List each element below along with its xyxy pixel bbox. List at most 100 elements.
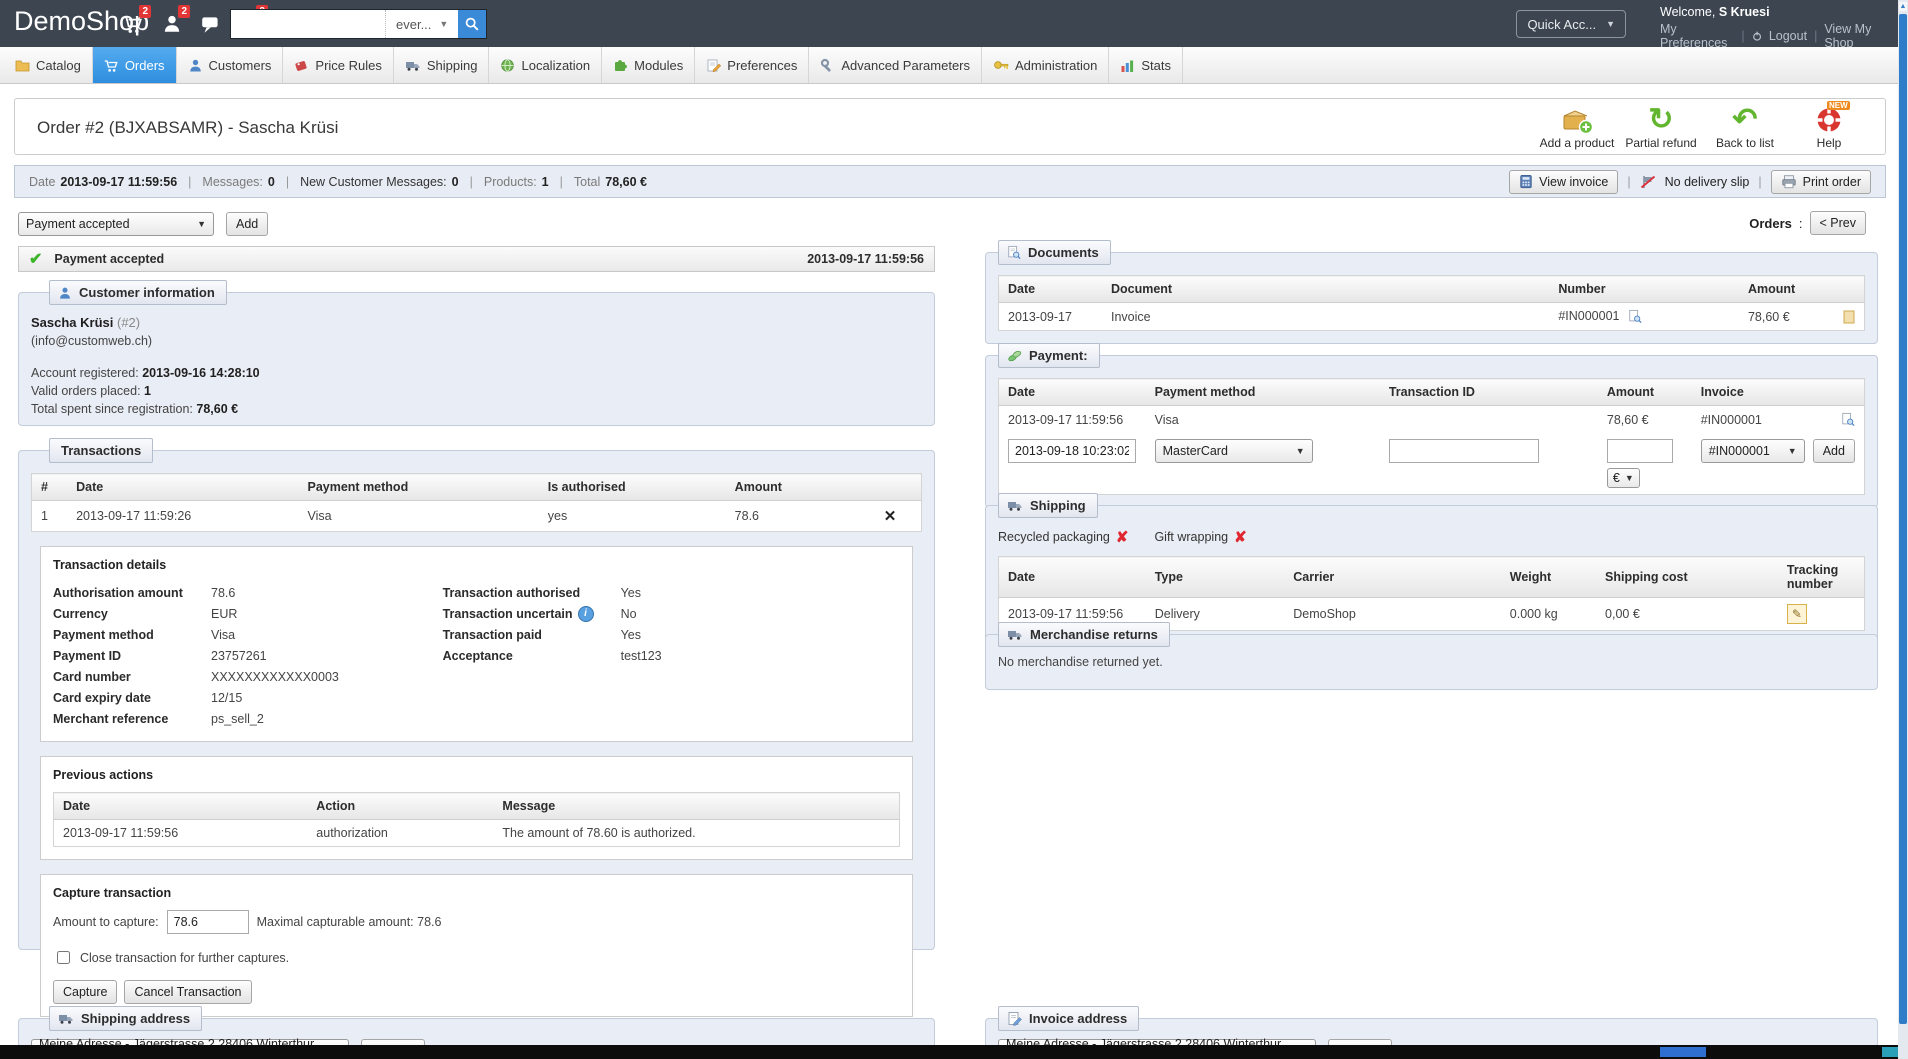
my-preferences-link[interactable]: My Preferences bbox=[1660, 22, 1734, 50]
tab-localization[interactable]: Localization bbox=[489, 47, 602, 83]
add-product-button[interactable]: Add a product bbox=[1535, 104, 1619, 150]
truck-icon bbox=[405, 58, 421, 73]
shipping-cost: 0,00 € bbox=[1596, 598, 1778, 631]
search-input[interactable] bbox=[231, 10, 385, 38]
tab-preferences[interactable]: Preferences bbox=[695, 47, 809, 83]
col-header: Payment method bbox=[1146, 379, 1380, 406]
tab-shipping[interactable]: Shipping bbox=[394, 47, 490, 83]
detail-label: Card number bbox=[53, 670, 211, 684]
help-button[interactable]: NEW Help bbox=[1787, 104, 1871, 150]
close-icon[interactable]: ✕ bbox=[884, 508, 897, 525]
logout-link[interactable]: Logout bbox=[1769, 29, 1807, 43]
search-scope-select[interactable]: ever... ▼ bbox=[385, 10, 458, 38]
payment-invoice-select[interactable]: #IN000001 ▼ bbox=[1701, 439, 1805, 463]
customer-email[interactable]: (info@customweb.ch) bbox=[31, 334, 922, 348]
print-order-button[interactable]: Print order bbox=[1771, 170, 1871, 194]
capture-button[interactable]: Capture bbox=[53, 980, 117, 1004]
add-payment-button[interactable]: Add bbox=[1813, 439, 1855, 463]
search-scope-value: ever... bbox=[396, 17, 431, 32]
tab-customers[interactable]: Customers bbox=[177, 47, 284, 83]
document-type: Invoice bbox=[1102, 303, 1549, 331]
view-invoice-button[interactable]: View invoice bbox=[1509, 170, 1618, 194]
col-header bbox=[1818, 379, 1864, 406]
tab-orders[interactable]: Orders bbox=[93, 47, 177, 83]
scrollbar-thumb[interactable] bbox=[1899, 14, 1907, 1024]
detail-label: Transaction paid bbox=[443, 628, 621, 642]
transaction-id-input[interactable] bbox=[1389, 439, 1539, 463]
detail-value: Visa bbox=[211, 628, 235, 642]
currency-select[interactable]: € ▼ bbox=[1607, 468, 1640, 488]
detail-label: Transaction authorised bbox=[443, 586, 621, 600]
prev-order-button[interactable]: < Prev bbox=[1810, 211, 1866, 235]
page-title: Order #2 (BJXABSAMR) - Sascha Krüsi bbox=[37, 118, 338, 138]
tab-catalog[interactable]: Catalog bbox=[4, 47, 93, 83]
cancel-transaction-button[interactable]: Cancel Transaction bbox=[124, 980, 251, 1004]
detail-value: Yes bbox=[621, 586, 641, 600]
pencil-paper-icon bbox=[706, 58, 721, 73]
previous-actions-title: Previous actions bbox=[53, 768, 900, 782]
payment-method-select[interactable]: MasterCard ▼ bbox=[1155, 439, 1313, 463]
chevron-down-icon: ▼ bbox=[197, 219, 206, 229]
no-delivery-slip-icon bbox=[1640, 174, 1656, 190]
col-header bbox=[1834, 276, 1865, 303]
col-header: Amount bbox=[726, 474, 860, 501]
payment-form-row: MasterCard ▼ € ▼ bbox=[999, 433, 1865, 495]
col-header: Number bbox=[1549, 276, 1739, 303]
detail-value: Yes bbox=[621, 628, 641, 642]
customer-name[interactable]: Sascha Krüsi bbox=[31, 315, 113, 330]
new-customer-messages-label: New Customer Messages: bbox=[300, 175, 447, 189]
transactions-table: # Date Payment method Is authorised Amou… bbox=[31, 473, 922, 532]
payment-amount-input[interactable] bbox=[1607, 439, 1673, 463]
puzzle-icon bbox=[613, 58, 628, 73]
quick-access-dropdown[interactable]: Quick Acc... ▼ bbox=[1516, 10, 1626, 38]
col-header: Payment method bbox=[298, 474, 538, 501]
payment-date: 2013-09-17 11:59:56 bbox=[999, 406, 1146, 434]
close-transaction-checkbox[interactable] bbox=[57, 951, 70, 964]
col-header: Weight bbox=[1501, 557, 1596, 598]
tab-modules[interactable]: Modules bbox=[602, 47, 695, 83]
merchandise-returns-legend: Merchandise returns bbox=[998, 622, 1170, 647]
customers-icon[interactable]: 2 bbox=[161, 13, 183, 35]
view-payment-icon[interactable] bbox=[1841, 412, 1855, 427]
search-button[interactable] bbox=[458, 10, 486, 38]
payment-date-input[interactable] bbox=[1008, 439, 1136, 463]
detail-label: Authorisation amount bbox=[53, 586, 211, 600]
detail-value: test123 bbox=[621, 649, 662, 663]
back-to-list-button[interactable]: ↶ Back to list bbox=[1703, 104, 1787, 150]
scroll-up-arrow[interactable]: ▲ bbox=[1899, 2, 1907, 11]
date-label: Date bbox=[29, 175, 55, 189]
view-my-shop-link[interactable]: View My Shop bbox=[1824, 22, 1892, 50]
tab-administration[interactable]: Administration bbox=[982, 47, 1109, 83]
money-icon bbox=[1007, 349, 1022, 363]
action-type: authorization bbox=[307, 820, 493, 847]
messages-icon[interactable] bbox=[200, 13, 222, 35]
customer-information-panel: Customer information Sascha Krüsi (#2) (… bbox=[18, 292, 935, 426]
partial-refund-button[interactable]: ↻ Partial refund bbox=[1619, 104, 1703, 150]
separator: | bbox=[1741, 29, 1744, 43]
cart-icon[interactable]: 2 bbox=[122, 13, 144, 35]
view-document-icon[interactable] bbox=[1628, 309, 1642, 324]
tab-price-rules[interactable]: Price Rules bbox=[283, 47, 393, 83]
products-value: 1 bbox=[542, 175, 549, 189]
topbar: DemoShop 2 2 9 ever... ▼ bbox=[0, 0, 1908, 47]
page-scrollbar[interactable]: ▲ bbox=[1898, 0, 1908, 1059]
edit-document-icon[interactable] bbox=[1843, 310, 1855, 324]
edit-tracking-icon[interactable]: ✎ bbox=[1787, 604, 1807, 624]
globe-icon bbox=[500, 58, 515, 73]
bottom-taskbar-strip bbox=[0, 1045, 1908, 1059]
order-info-bar: Date 2013-09-17 11:59:56 | Messages: 0 |… bbox=[14, 165, 1886, 198]
welcome-user: S Kruesi bbox=[1719, 5, 1770, 19]
status-name: Payment accepted bbox=[54, 252, 164, 266]
detail-label: Card expiry date bbox=[53, 691, 211, 705]
add-status-button[interactable]: Add bbox=[226, 212, 268, 236]
amount-to-capture-input[interactable] bbox=[167, 910, 249, 934]
tab-stats[interactable]: Stats bbox=[1109, 47, 1183, 83]
documents-panel: Documents Date Document Number Amount 20… bbox=[985, 252, 1878, 344]
tab-advanced-parameters[interactable]: Advanced Parameters bbox=[809, 47, 982, 83]
info-icon[interactable]: i bbox=[578, 606, 594, 622]
separator: : bbox=[1799, 216, 1803, 231]
order-status-select[interactable]: Payment accepted ▼ bbox=[18, 212, 214, 236]
welcome-text: Welcome, S Kruesi bbox=[1660, 5, 1892, 19]
separator: | bbox=[1814, 29, 1817, 43]
chevron-down-icon: ▼ bbox=[1788, 446, 1797, 456]
